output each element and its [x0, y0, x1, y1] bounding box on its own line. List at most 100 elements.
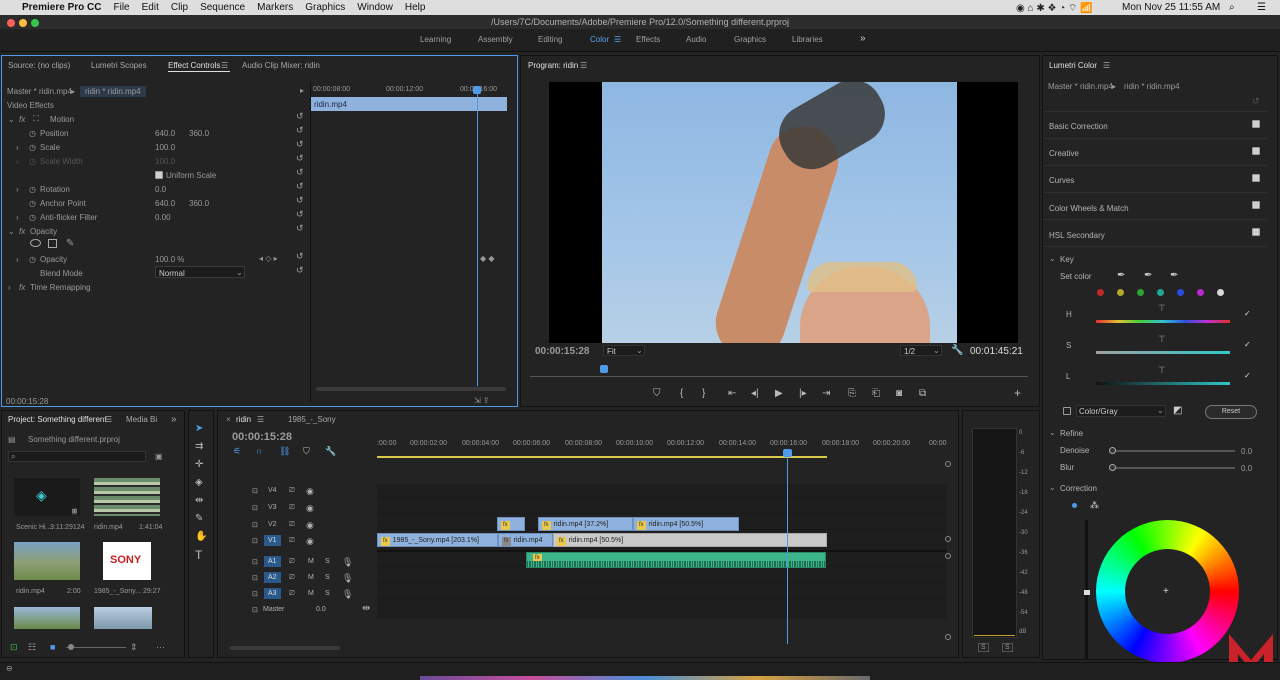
wrench-icon[interactable]: 🔧 — [951, 345, 963, 356]
workspace-menu-icon[interactable]: ☰ — [614, 35, 621, 44]
correction-expand-icon[interactable]: ⌄ — [1049, 483, 1056, 492]
timeline-timecode[interactable]: 00:00:15:28 — [232, 431, 292, 443]
project-search-input[interactable] — [8, 451, 146, 462]
eyedropper-icon[interactable]: ✒ — [1117, 270, 1125, 281]
pen-mask-icon[interactable]: ✎ — [66, 238, 74, 249]
reset-opacity-icon[interactable]: ↺ — [296, 251, 304, 262]
solo-left-button[interactable]: S — [978, 643, 989, 652]
reset-motion-icon[interactable]: ↺ — [296, 111, 304, 122]
razor-tool-icon[interactable]: ◈ — [195, 478, 203, 488]
color-swatch[interactable] — [1197, 289, 1204, 296]
lumetri-seq-label[interactable]: ridin * ridin.mp4 — [1124, 82, 1180, 91]
luma-checkbox[interactable]: ✓ — [1244, 371, 1251, 380]
more-icon[interactable]: ··· — [156, 642, 165, 652]
type-tool-icon[interactable]: T — [195, 549, 202, 561]
blur-slider-handle[interactable] — [1109, 464, 1116, 471]
lock-icon[interactable]: ⊡ — [10, 642, 18, 653]
selection-tool-icon[interactable]: ➤ — [195, 424, 203, 434]
panel-menu-icon[interactable]: ☰ — [1103, 61, 1110, 70]
eye-icon[interactable]: ◉ — [306, 536, 314, 547]
ripple-edit-tool-icon[interactable]: ✛ — [195, 460, 203, 470]
fx-icon[interactable]: fx — [19, 227, 25, 236]
eye-icon[interactable]: ◉ — [306, 520, 314, 531]
timeline-hscroll[interactable] — [230, 646, 340, 650]
lift-icon[interactable]: ⎘ — [848, 388, 856, 399]
expand-width-icon[interactable]: ⇹ — [362, 603, 370, 614]
track-a3-label[interactable]: A3 — [264, 588, 281, 599]
more-workspaces-icon[interactable]: » — [860, 33, 866, 44]
rotation-value[interactable]: 0.0 — [155, 185, 166, 194]
workspace-effects[interactable]: Effects — [636, 35, 660, 44]
tab-source[interactable]: Source: (no clips) — [8, 61, 70, 70]
workspace-editing[interactable]: Editing — [538, 35, 562, 44]
eyedropper-add-icon[interactable]: ✒ — [1144, 270, 1152, 281]
track-a1-label[interactable]: A1 — [264, 556, 281, 567]
add-button-icon[interactable]: + — [1014, 386, 1021, 400]
timeline-playhead[interactable] — [787, 452, 788, 644]
track-v1-label[interactable]: V1 — [264, 535, 281, 546]
new-bin-icon[interactable]: ▣ — [155, 452, 163, 461]
solo-right-button[interactable]: S — [1002, 643, 1013, 652]
section-creative[interactable]: Creative — [1049, 149, 1269, 158]
solo-button[interactable]: S — [325, 574, 330, 581]
zoom-window-button[interactable] — [31, 19, 39, 27]
step-back-icon[interactable]: ◂| — [751, 388, 759, 399]
program-scrub-bar[interactable] — [530, 376, 1028, 377]
track-select-tool-icon[interactable]: ⇉ — [195, 442, 203, 452]
program-monitor-title[interactable]: Program: ridin — [528, 61, 578, 70]
extract-icon[interactable]: ⎗ — [872, 388, 880, 399]
position-x-value[interactable]: 640.0 — [155, 129, 175, 138]
saturation-range-bar[interactable] — [1096, 351, 1230, 354]
program-timecode[interactable]: 00:00:15:28 — [535, 346, 589, 357]
hue-range-bar[interactable] — [1096, 320, 1230, 323]
zoom-slider[interactable] — [66, 647, 126, 648]
stopwatch-icon[interactable]: ◷ — [29, 255, 36, 264]
lock-icon[interactable]: ⊡ — [252, 574, 258, 582]
sync-lock-icon[interactable]: ⎚ — [289, 537, 295, 545]
ec-playhead[interactable] — [477, 86, 478, 386]
sync-lock-icon[interactable]: ⎚ — [289, 558, 295, 566]
scenic-thumbnail[interactable]: ◈ ⊞ — [14, 478, 80, 516]
ec-filter-icon[interactable]: ⇲ ⇪ — [474, 396, 490, 405]
position-y-value[interactable]: 360.0 — [189, 129, 209, 138]
three-wheel-icon[interactable]: ⁂ — [1090, 500, 1099, 511]
sync-lock-icon[interactable]: ⎚ — [289, 521, 295, 529]
play-icon[interactable]: ▸ — [300, 86, 304, 95]
clip-v1-ridin[interactable]: fx ridin.mp4 — [498, 533, 553, 547]
color-swatch[interactable] — [1177, 289, 1184, 296]
sync-lock-icon[interactable]: ⎚ — [289, 574, 295, 582]
tab-effect-controls[interactable]: Effect Controls — [168, 61, 220, 70]
stopwatch-icon[interactable]: ◷ — [29, 143, 36, 152]
lock-icon[interactable]: ⊡ — [252, 537, 258, 545]
transform-icon[interactable]: ⛶ — [33, 114, 39, 124]
basic-correction-checkbox[interactable] — [1252, 120, 1260, 128]
motion-expand-icon[interactable]: ⌄ — [8, 115, 15, 124]
compare-view-icon[interactable]: ⧉ — [919, 388, 926, 399]
solo-button[interactable]: S — [325, 558, 330, 565]
hue-range-handle[interactable]: ⊤ — [1158, 303, 1166, 314]
ridin-thumbnail-2[interactable] — [14, 542, 80, 580]
video-frame[interactable] — [549, 82, 1018, 343]
reset-opacity-group-icon[interactable]: ↺ — [296, 223, 304, 234]
anchor-x-value[interactable]: 640.0 — [155, 199, 175, 208]
workspace-graphics[interactable]: Graphics — [734, 35, 766, 44]
sync-lock-icon[interactable]: ⎚ — [289, 590, 295, 598]
saturation-checkbox[interactable]: ✓ — [1244, 340, 1251, 349]
menu-edit[interactable]: Edit — [142, 2, 159, 13]
mark-in-icon[interactable]: { — [680, 388, 683, 399]
nest-icon[interactable]: ⚟ — [233, 446, 241, 457]
stopwatch-icon[interactable]: ◷ — [29, 199, 36, 208]
key-expand-icon[interactable]: ⌄ — [1049, 254, 1056, 263]
microphone-icon[interactable]: 🎙 — [342, 573, 353, 584]
section-curves[interactable]: Curves — [1049, 176, 1269, 185]
clip-v1-sony[interactable]: fx 1985_-_Sony.mp4 [203.1%] — [377, 533, 498, 547]
reset-position-icon[interactable]: ↺ — [296, 125, 304, 136]
reset-antiflicker-icon[interactable]: ↺ — [296, 209, 304, 220]
color-swatch[interactable] — [1157, 289, 1164, 296]
go-to-out-icon[interactable]: ⇥ — [822, 388, 830, 399]
opacity-expand-icon[interactable]: ⌄ — [8, 227, 15, 236]
saturation-range-handle[interactable]: ⊤ — [1158, 334, 1166, 345]
sort-icon[interactable]: ⇕ — [130, 642, 138, 653]
slip-tool-icon[interactable]: ⇹ — [195, 496, 203, 506]
refine-expand-icon[interactable]: ⌄ — [1049, 428, 1056, 437]
